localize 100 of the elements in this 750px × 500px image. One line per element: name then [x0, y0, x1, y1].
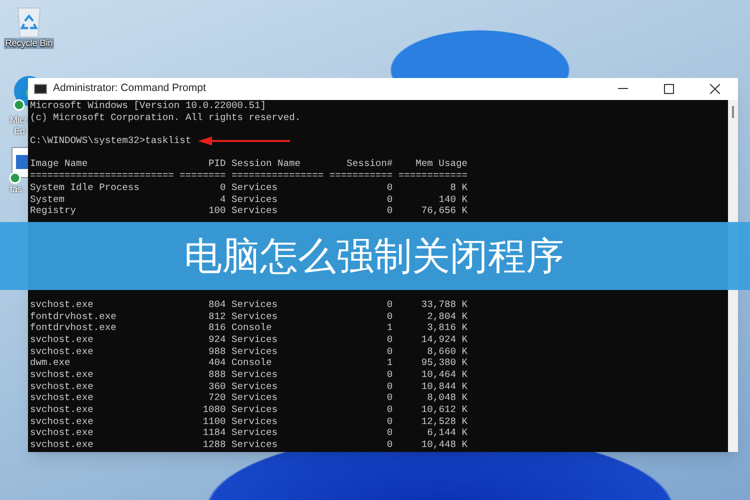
- table-cell-text: 0: [386, 416, 393, 428]
- table-cell-text: svchost.exe: [30, 369, 94, 381]
- table-cell-text: 988: [207, 346, 226, 358]
- console-line: (c) Microsoft Corporation. All rights reserved.: [30, 112, 301, 124]
- table-cell-text: svchost.exe: [30, 298, 94, 311]
- minimize-icon: [618, 88, 628, 90]
- table-cell-text: 10,612 K: [420, 404, 468, 416]
- table-cell-text: 8,048 K: [426, 392, 468, 404]
- table-cell-text: svchost.exe: [30, 392, 94, 404]
- table-cell-text: svchost.exe: [30, 346, 94, 358]
- separator-line: ===========: [329, 170, 393, 182]
- table-cell-text: Services: [231, 439, 279, 451]
- icon-label: Micr: [9, 115, 27, 126]
- table-cell-text: 816: [207, 322, 226, 334]
- table-cell-text: 6,144 K: [426, 427, 468, 440]
- table-cell-text: Services: [231, 194, 279, 206]
- banner-title: 电脑怎么强制关闭程序: [184, 232, 564, 280]
- table-cell-text: Console: [231, 322, 273, 334]
- table-cell-text: svchost.exe: [30, 416, 94, 428]
- window-title: Administrator: Command Prompt: [53, 81, 206, 96]
- console-app-icon: [34, 84, 47, 94]
- table-cell-text: 33,788 K: [420, 298, 468, 311]
- table-cell-text: svchost.exe: [30, 439, 94, 451]
- column-header: Image Name: [30, 158, 89, 170]
- table-cell-text: 0: [386, 380, 393, 392]
- table-cell-text: 95,380 K: [420, 357, 468, 369]
- table-cell-text: 0: [386, 439, 393, 451]
- table-cell-text: 76,656 K: [420, 205, 468, 217]
- command-prompt-line: C:\WINDOWS\system32>tasklist: [30, 135, 192, 147]
- table-cell-text: Services: [231, 404, 279, 416]
- table-cell-text: 10,464 K: [420, 369, 468, 381]
- table-cell-text: 0: [386, 369, 393, 381]
- table-cell-text: 1100: [202, 416, 226, 428]
- table-cell-text: 0: [386, 298, 393, 311]
- table-cell-text: 4: [218, 194, 226, 206]
- table-cell-text: 812: [207, 310, 226, 322]
- table-cell-text: Services: [231, 205, 279, 217]
- maximize-icon: [664, 84, 674, 94]
- table-cell-text: 924: [207, 334, 226, 346]
- table-cell-text: 0: [386, 194, 393, 206]
- table-cell-text: System Idle Process: [30, 182, 140, 194]
- separator-line: ========: [180, 170, 226, 182]
- table-cell-text: fontdrvhost.exe: [30, 310, 118, 322]
- table-cell-text: Services: [231, 310, 279, 322]
- table-cell-text: 10,448 K: [420, 439, 468, 451]
- table-cell-text: Services: [231, 392, 279, 404]
- table-cell-text: 1: [386, 357, 393, 369]
- table-cell-text: 0: [386, 310, 393, 322]
- table-cell-text: Services: [231, 298, 279, 311]
- table-cell-text: fontdrvhost.exe: [30, 322, 118, 334]
- table-cell-text: Console: [231, 357, 273, 369]
- table-cell-text: 14,924 K: [420, 334, 468, 346]
- table-cell-text: 2,804 K: [426, 310, 468, 322]
- table-cell-text: 1: [386, 322, 393, 334]
- table-cell-text: Services: [231, 334, 279, 346]
- table-cell-text: Services: [231, 416, 279, 428]
- column-header: Mem Usage: [414, 158, 468, 170]
- separator-line: =========================: [30, 170, 174, 182]
- table-cell-text: 100: [207, 205, 226, 217]
- column-header: Session Name: [231, 158, 302, 170]
- table-cell-text: svchost.exe: [30, 404, 94, 416]
- console-line: Microsoft Windows [Version 10.0.22000.51]: [30, 100, 266, 112]
- table-cell-text: Registry: [30, 205, 78, 217]
- icon-label: tas: [9, 184, 22, 195]
- table-cell-text: 12,528 K: [420, 416, 468, 428]
- table-cell-text: dwm.exe: [30, 357, 72, 369]
- table-cell-text: svchost.exe: [30, 427, 94, 440]
- table-cell-text: 8 K: [449, 182, 468, 194]
- table-cell-text: 0: [386, 182, 393, 194]
- table-cell-text: 804: [207, 298, 226, 311]
- separator-line: ============: [398, 170, 468, 182]
- scrollbar-thumb[interactable]: [732, 106, 734, 118]
- table-cell-text: 0: [386, 392, 393, 404]
- table-cell-text: 1184: [202, 427, 226, 440]
- table-cell-text: Services: [231, 346, 279, 358]
- icon-label: Ed: [13, 126, 26, 137]
- table-cell-text: 0: [386, 334, 393, 346]
- document-icon: [9, 147, 29, 184]
- separator-line: ================: [231, 170, 324, 182]
- table-cell-text: 404: [207, 357, 226, 369]
- column-header: Session#: [346, 158, 393, 170]
- close-icon: [710, 84, 720, 94]
- table-cell-text: Services: [231, 369, 279, 381]
- table-cell-text: 0: [218, 182, 226, 194]
- table-cell-text: System: [30, 194, 66, 206]
- table-cell-text: 0: [386, 346, 393, 358]
- table-cell-text: 0: [386, 404, 393, 416]
- table-cell-text: 888: [207, 369, 226, 381]
- table-cell-text: svchost.exe: [30, 334, 94, 346]
- table-cell-text: 3,816 K: [426, 322, 468, 334]
- table-cell-text: Services: [231, 380, 279, 392]
- table-cell-text: 0: [386, 427, 393, 440]
- table-cell-text: 720: [207, 392, 226, 404]
- table-cell-text: 140 K: [438, 194, 468, 206]
- table-cell-text: svchost.exe: [30, 380, 94, 392]
- table-cell-text: Services: [231, 182, 279, 194]
- table-cell-text: Services: [231, 427, 279, 440]
- table-cell-text: 1288: [202, 439, 226, 451]
- table-cell-text: 8,660 K: [426, 346, 468, 358]
- icon-label: Recycle Bin: [4, 38, 54, 49]
